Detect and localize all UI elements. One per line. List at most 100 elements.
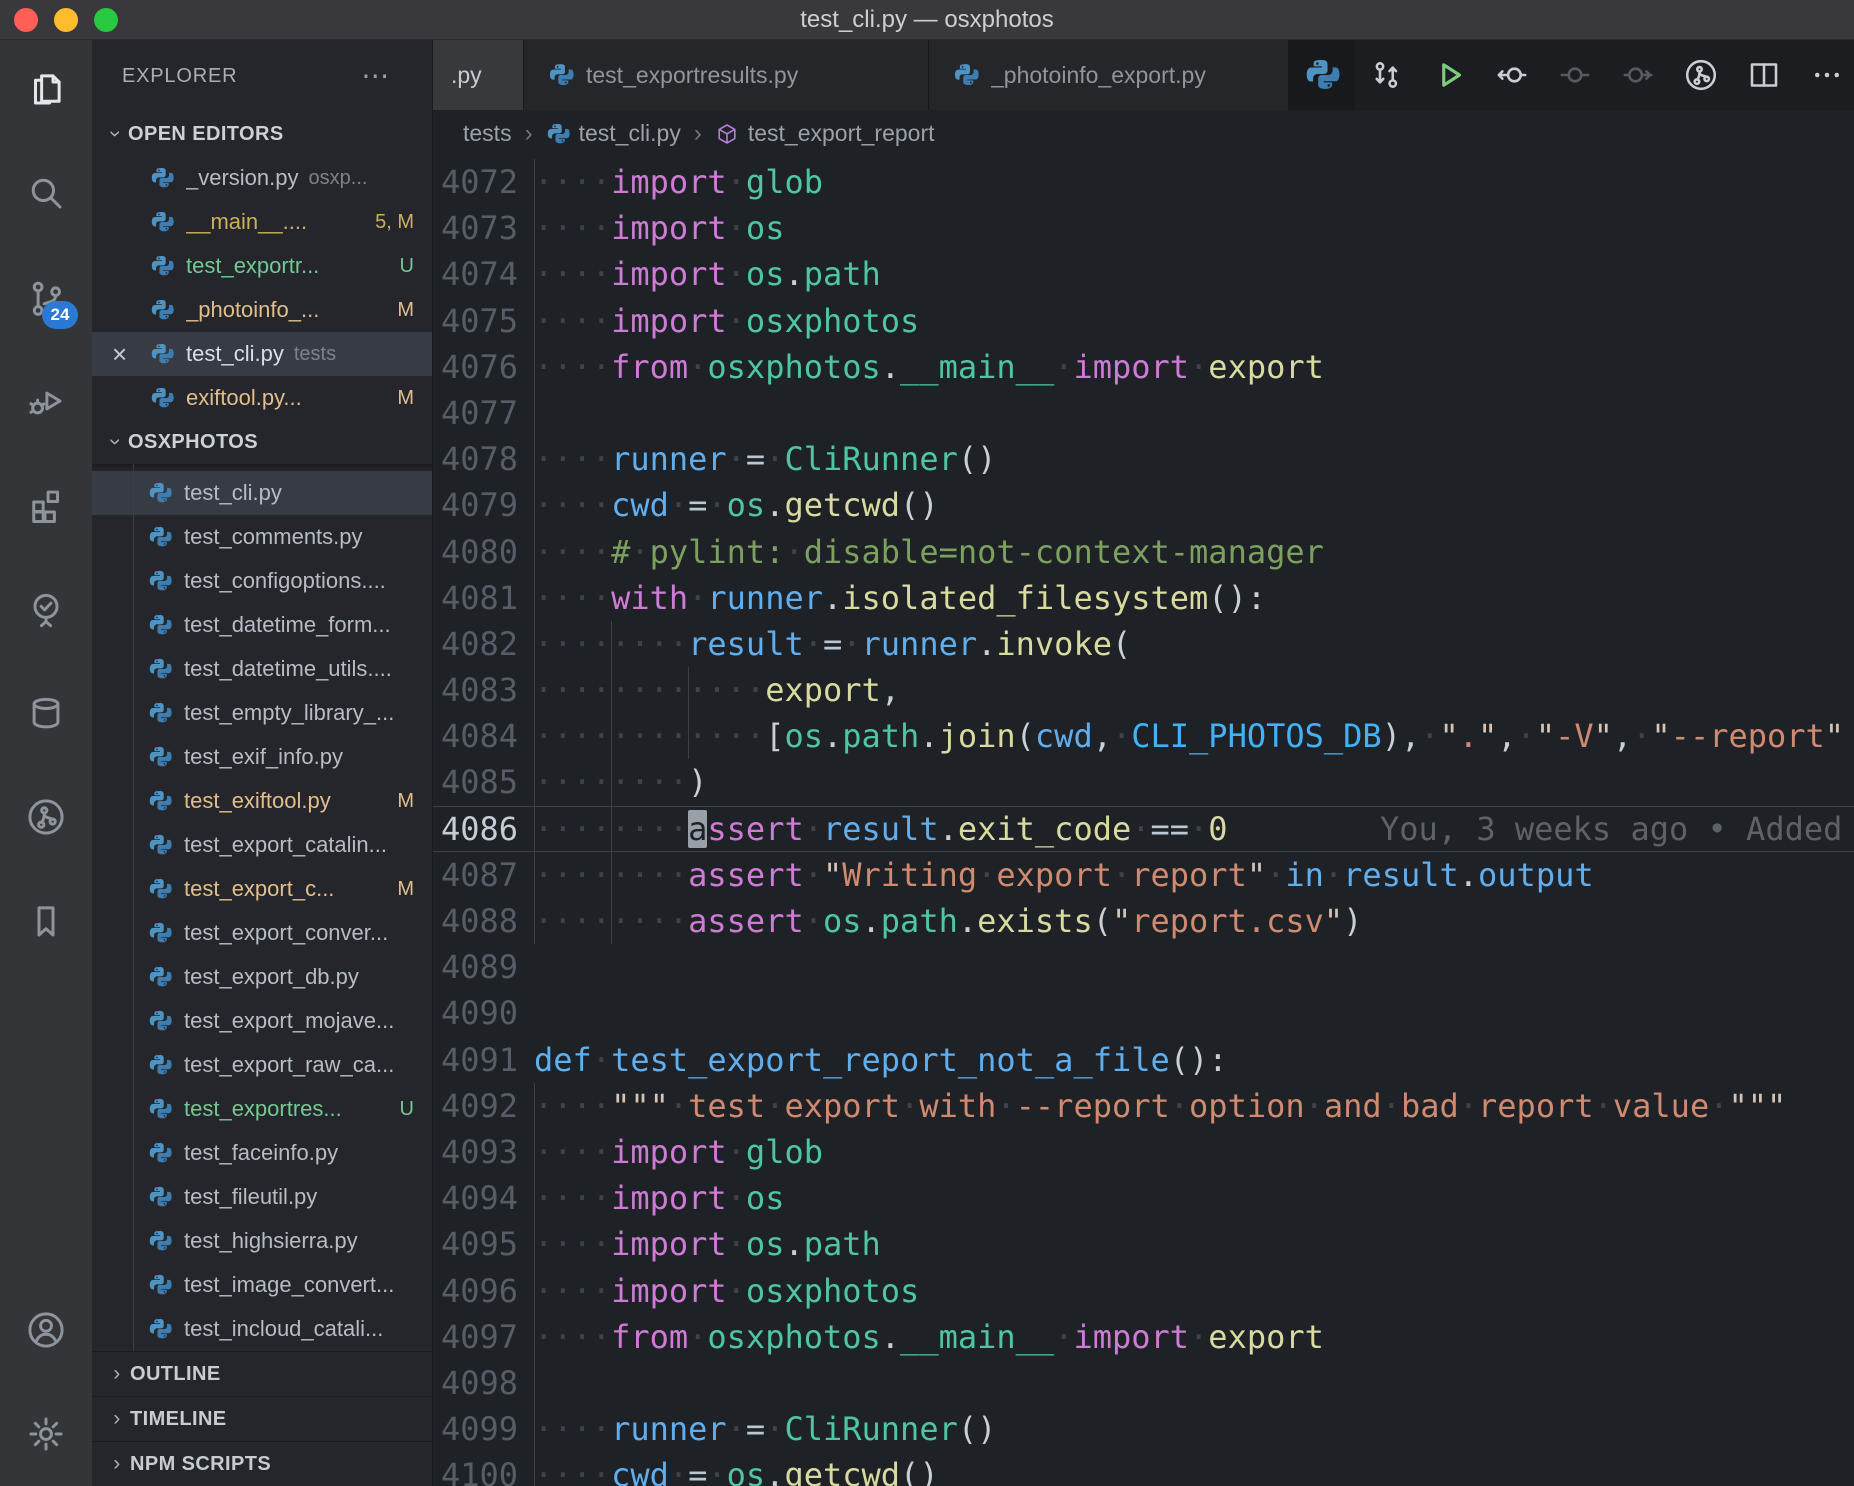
code-line[interactable]: 4098 bbox=[433, 1360, 1854, 1406]
explorer-icon[interactable] bbox=[22, 65, 70, 113]
tree-item[interactable]: test_export_db.py bbox=[92, 955, 432, 999]
line-number[interactable]: 4085 bbox=[433, 759, 534, 805]
line-number[interactable]: 4090 bbox=[433, 990, 534, 1036]
open-editor-item[interactable]: exiftool.py...M bbox=[92, 376, 432, 420]
code-line[interactable]: 4076····from·osxphotos.__main__·import·e… bbox=[433, 344, 1854, 390]
close-editor-icon[interactable]: × bbox=[112, 341, 150, 367]
tree-item[interactable]: test_datetime_utils.... bbox=[92, 647, 432, 691]
line-number[interactable]: 4094 bbox=[433, 1175, 534, 1221]
line-number[interactable]: 4073 bbox=[433, 205, 534, 251]
gitlens-graph-icon[interactable] bbox=[1683, 57, 1719, 93]
more-actions-icon[interactable]: ⋯ bbox=[361, 66, 390, 86]
tree-item[interactable]: test_datetime_form... bbox=[92, 603, 432, 647]
breadcrumb-item[interactable]: tests bbox=[463, 120, 512, 147]
extensions-icon[interactable] bbox=[22, 481, 70, 529]
tree-item[interactable]: test_cli.py bbox=[92, 471, 432, 515]
line-number[interactable]: 4098 bbox=[433, 1360, 534, 1406]
code-line[interactable]: 4092····"""·test·export·with·--report·op… bbox=[433, 1083, 1854, 1129]
line-number[interactable]: 4078 bbox=[433, 436, 534, 482]
code-line[interactable]: 4077 bbox=[433, 390, 1854, 436]
tree-item[interactable]: test_configoptions.... bbox=[92, 559, 432, 603]
close-window-icon[interactable] bbox=[14, 8, 38, 32]
line-number[interactable]: 4081 bbox=[433, 575, 534, 621]
breadcrumb-item[interactable]: test_cli.py bbox=[546, 120, 681, 147]
tree-item[interactable]: test_comments.py bbox=[92, 515, 432, 559]
line-number[interactable]: 4096 bbox=[433, 1268, 534, 1314]
code-area[interactable]: 4072····import·glob4073····import·os4074… bbox=[433, 157, 1854, 1486]
code-line[interactable]: 4090 bbox=[433, 990, 1854, 1036]
line-number[interactable]: 4084 bbox=[433, 713, 534, 759]
line-number[interactable]: 4100 bbox=[433, 1452, 534, 1486]
tree-item[interactable]: test_empty_library_... bbox=[92, 691, 432, 735]
editor-tab[interactable]: test_exportresults.py bbox=[524, 40, 929, 110]
line-number[interactable]: 4074 bbox=[433, 251, 534, 297]
open-editor-item[interactable]: _photoinfo_...M bbox=[92, 288, 432, 332]
tree-item[interactable]: test_exif_info.py bbox=[92, 735, 432, 779]
code-line[interactable]: 4084············[os.path.join(cwd,·CLI_P… bbox=[433, 713, 1854, 759]
panel-header-timeline[interactable]: ›TIMELINE bbox=[92, 1396, 432, 1441]
editor-tab[interactable]: _photoinfo_export.py bbox=[929, 40, 1289, 110]
line-number[interactable]: 4086 bbox=[433, 806, 534, 852]
line-number[interactable]: 4092 bbox=[433, 1083, 534, 1129]
run-debug-icon[interactable] bbox=[22, 377, 70, 425]
todo-tree-icon[interactable] bbox=[22, 585, 70, 633]
tree-item[interactable]: test_export_mojave... bbox=[92, 999, 432, 1043]
tree-item[interactable]: test_incloud_catali... bbox=[92, 1307, 432, 1351]
code-line[interactable]: 4074····import·os.path bbox=[433, 251, 1854, 297]
open-editor-item[interactable]: __main__....5, M bbox=[92, 200, 432, 244]
compare-changes-icon[interactable] bbox=[1368, 57, 1404, 93]
bookmarks-icon[interactable] bbox=[22, 897, 70, 945]
settings-icon[interactable] bbox=[22, 1410, 70, 1458]
step-back-icon[interactable] bbox=[1494, 57, 1530, 93]
open-editors-header[interactable]: › OPEN EDITORS bbox=[92, 112, 432, 156]
tree-item[interactable]: test_export_raw_ca... bbox=[92, 1043, 432, 1087]
line-number[interactable]: 4095 bbox=[433, 1221, 534, 1267]
account-icon[interactable] bbox=[22, 1306, 70, 1354]
code-line[interactable]: 4086········assert·result.exit_code·==·0… bbox=[433, 806, 1854, 852]
code-line[interactable]: 4088········assert·os.path.exists("repor… bbox=[433, 898, 1854, 944]
tree-item[interactable]: test_image_convert... bbox=[92, 1263, 432, 1307]
code-line[interactable]: 4087········assert·"Writing·export·repor… bbox=[433, 852, 1854, 898]
code-line[interactable]: 4093····import·glob bbox=[433, 1129, 1854, 1175]
source-control-icon[interactable]: 24 bbox=[22, 273, 70, 321]
database-icon[interactable] bbox=[22, 689, 70, 737]
split-editor-icon[interactable] bbox=[1746, 57, 1782, 93]
open-editor-item[interactable]: ×test_cli.pytests bbox=[92, 332, 432, 376]
zoom-window-icon[interactable] bbox=[94, 8, 118, 32]
open-editor-item[interactable]: _version.pyosxp... bbox=[92, 156, 432, 200]
panel-header-outline[interactable]: ›OUTLINE bbox=[92, 1351, 432, 1396]
code-line[interactable]: 4083············export, bbox=[433, 667, 1854, 713]
run-icon[interactable] bbox=[1431, 57, 1467, 93]
tree-item[interactable]: test_export_conver... bbox=[92, 911, 432, 955]
more-actions-icon[interactable] bbox=[1809, 57, 1845, 93]
tree-item[interactable]: test_export_catalin... bbox=[92, 823, 432, 867]
line-number[interactable]: 4097 bbox=[433, 1314, 534, 1360]
code-line[interactable]: 4099····runner·=·CliRunner() bbox=[433, 1406, 1854, 1452]
open-editor-item[interactable]: test_exportr...U bbox=[92, 244, 432, 288]
line-number[interactable]: 4075 bbox=[433, 298, 534, 344]
code-line[interactable]: 4082········result·=·runner.invoke( bbox=[433, 621, 1854, 667]
tree-item[interactable]: test_exiftool.pyM bbox=[92, 779, 432, 823]
code-line[interactable]: 4073····import·os bbox=[433, 205, 1854, 251]
line-number[interactable]: 4088 bbox=[433, 898, 534, 944]
code-line[interactable]: 4080····#·pylint:·disable=not-context-ma… bbox=[433, 529, 1854, 575]
line-number[interactable]: 4093 bbox=[433, 1129, 534, 1175]
step-forward-icon[interactable] bbox=[1620, 57, 1656, 93]
code-line[interactable]: 4100····cwd·=·os.getcwd() bbox=[433, 1452, 1854, 1486]
line-number[interactable]: 4087 bbox=[433, 852, 534, 898]
line-number[interactable]: 4082 bbox=[433, 621, 534, 667]
line-number[interactable]: 4072 bbox=[433, 159, 534, 205]
tree-item[interactable]: test_export_c...M bbox=[92, 867, 432, 911]
code-line[interactable]: 4079····cwd·=·os.getcwd() bbox=[433, 482, 1854, 528]
code-line[interactable]: 4091def·test_export_report_not_a_file(): bbox=[433, 1037, 1854, 1083]
gitlens-icon[interactable] bbox=[22, 793, 70, 841]
line-number[interactable]: 4079 bbox=[433, 482, 534, 528]
line-number[interactable]: 4089 bbox=[433, 944, 534, 990]
minimize-window-icon[interactable] bbox=[54, 8, 78, 32]
breadcrumb-item[interactable]: test_export_report bbox=[715, 120, 935, 147]
code-line[interactable]: 4095····import·os.path bbox=[433, 1221, 1854, 1267]
step-current-icon[interactable] bbox=[1557, 57, 1593, 93]
code-line[interactable]: 4096····import·osxphotos bbox=[433, 1268, 1854, 1314]
search-icon[interactable] bbox=[22, 169, 70, 217]
code-line[interactable]: 4072····import·glob bbox=[433, 159, 1854, 205]
